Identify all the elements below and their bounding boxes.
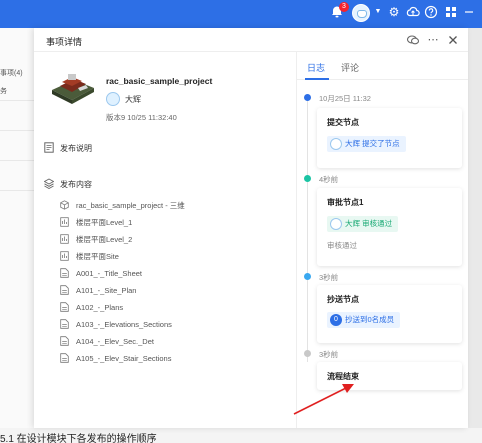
sheet-icon: [60, 353, 69, 363]
file-name: rac_basic_sample_project - 三维: [76, 201, 185, 210]
file-name: 楼层平面Level_1: [76, 218, 133, 227]
layers-icon: [44, 178, 54, 189]
floor-plan-icon: [60, 251, 69, 261]
annotation-arrow: [293, 384, 354, 415]
background-label: 事项(4): [0, 70, 23, 77]
file-item[interactable]: 楼层平面Level_1: [60, 217, 132, 228]
cube-icon: [60, 200, 69, 210]
file-item[interactable]: A103_-_Elevations_Sections: [60, 319, 172, 329]
file-item[interactable]: A104_-_Elev_Sec._Det: [60, 336, 154, 346]
action-chip: 0 抄送到0名成员: [327, 312, 401, 328]
window-control-icon[interactable]: [462, 5, 476, 19]
project-thumbnail: [52, 74, 94, 104]
file-item[interactable]: A105_-_Elev_Stair_Sections: [60, 353, 171, 363]
tab-log[interactable]: 日志: [307, 61, 325, 74]
chip-label: 大辉 提交了节点: [345, 139, 400, 148]
timeline-dot: [304, 350, 311, 357]
file-name: 楼层平面Level_2: [76, 235, 133, 244]
file-name: 楼层平面Site: [76, 252, 119, 261]
top-bar: 3 ▼ ⚙: [0, 0, 482, 28]
timeline-card: 抄送节点 0 抄送到0名成员: [317, 285, 462, 343]
card-title: 审批节点1: [327, 198, 364, 207]
project-name: rac_basic_sample_project: [106, 76, 213, 86]
grid-icon[interactable]: [444, 5, 458, 19]
timeline-time: 10月25日 11:32: [319, 94, 371, 103]
chip-label: 大辉 审核通过: [345, 219, 393, 228]
timeline-time: 4秒前: [319, 175, 339, 184]
card-title: 抄送节点: [327, 295, 359, 304]
file-item[interactable]: A102_-_Plans: [60, 302, 123, 312]
cloud-upload-icon[interactable]: [406, 5, 420, 19]
release-info-panel: rac_basic_sample_project 大辉 版本9 10/25 11…: [34, 28, 296, 404]
timeline-card: 审批节点1 大辉 审核通过 审核通过: [317, 188, 462, 266]
background-list: 事项(4) 务: [0, 28, 34, 443]
file-name: A102_-_Plans: [76, 303, 124, 312]
file-name: A103_-_Elevations_Sections: [76, 320, 172, 329]
avatar: [330, 218, 342, 230]
recipient-count: 0: [330, 314, 342, 326]
background-document: 5.1 在设计模块下各发布的操作顺序: [0, 428, 482, 443]
timeline-dot: [304, 94, 311, 101]
release-notes-label: 发布说明: [60, 144, 92, 153]
file-item[interactable]: A101_-_Site_Plan: [60, 285, 136, 295]
chevron-down-icon[interactable]: ▼: [371, 5, 385, 19]
owner-avatar: [106, 92, 120, 106]
detail-tabs: 日志 评论: [297, 52, 468, 80]
timeline-time: 3秒前: [319, 350, 339, 359]
file-item[interactable]: 楼层平面Level_2: [60, 234, 132, 245]
background-label: 务: [0, 88, 7, 95]
file-name: A105_-_Elev_Stair_Sections: [76, 354, 172, 363]
chat-icon[interactable]: [406, 33, 420, 47]
action-chip: 大辉 审核通过: [327, 216, 399, 232]
approval-status: 审核通过: [327, 241, 357, 250]
timeline-line: [307, 100, 308, 362]
avatar: [330, 138, 342, 150]
gear-icon[interactable]: ⚙: [387, 5, 401, 19]
sheet-icon: [60, 319, 69, 329]
release-content-label: 发布内容: [60, 180, 92, 189]
version-info: 版本9 10/25 11:32:40: [106, 113, 177, 122]
approval-timeline: 10月25日 11:32 提交节点 大辉 提交了节点 4秒前 审批节点1 大辉 …: [297, 80, 468, 428]
card-title: 提交节点: [327, 118, 359, 127]
timeline-time: 3秒前: [319, 273, 339, 282]
owner-name: 大辉: [125, 95, 141, 104]
floor-plan-icon: [60, 217, 69, 227]
chip-label: 抄送到0名成员: [345, 315, 395, 324]
release-notes-section[interactable]: 发布说明: [44, 142, 92, 154]
sheet-icon: [60, 268, 69, 278]
file-name: A001_-_Title_Sheet: [76, 269, 143, 278]
floor-plan-icon: [60, 234, 69, 244]
notification-badge: 3: [339, 2, 349, 12]
help-icon[interactable]: [424, 5, 438, 19]
background-heading: 5.1 在设计模块下各发布的操作顺序: [0, 434, 157, 443]
timeline-card: 提交节点 大辉 提交了节点: [317, 108, 462, 168]
timeline-dot: [304, 175, 311, 182]
more-icon[interactable]: ⋯: [426, 33, 440, 47]
timeline-dot: [304, 273, 311, 280]
sheet-icon: [60, 336, 69, 346]
item-detail-drawer: 事项详情 ⋯ rac_basic_sample_project 大辉 版本9 1…: [34, 28, 468, 428]
close-icon[interactable]: [446, 33, 460, 47]
file-item[interactable]: rac_basic_sample_project - 三维: [60, 200, 185, 211]
release-content-section: 发布内容: [44, 178, 92, 190]
background-scroll-area: [468, 28, 482, 443]
tab-comments[interactable]: 评论: [341, 61, 359, 74]
user-avatar[interactable]: [352, 4, 370, 22]
file-item[interactable]: A001_-_Title_Sheet: [60, 268, 142, 278]
file-item[interactable]: 楼层平面Site: [60, 251, 119, 262]
action-chip: 大辉 提交了节点: [327, 136, 406, 152]
sheet-icon: [60, 302, 69, 312]
file-name: A104_-_Elev_Sec._Det: [76, 337, 154, 346]
file-name: A101_-_Site_Plan: [76, 286, 137, 295]
sheet-icon: [60, 285, 69, 295]
document-icon: [44, 142, 54, 153]
